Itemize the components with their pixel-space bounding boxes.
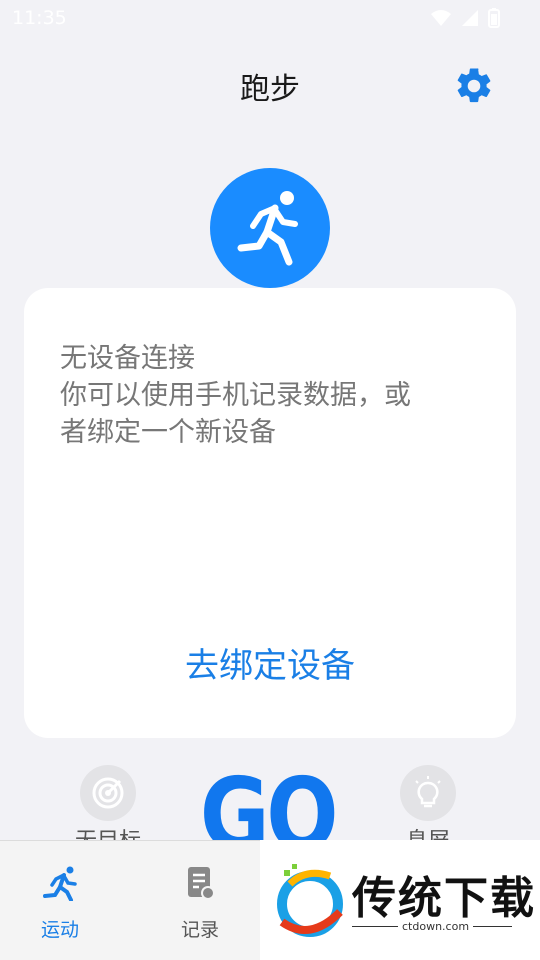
ctdown-logo-icon [277,864,343,937]
no-device-message: 无设备连接 你可以使用手机记录数据，或 者绑定一个新设备 [60,340,480,451]
gear-icon [457,68,491,103]
battery-icon [488,8,500,28]
running-icon [43,866,77,901]
signal-icon [462,10,478,26]
tab-sport[interactable]: 运动 [0,841,120,960]
watermark-brand: 传统下载 [352,873,536,924]
message-line: 者绑定一个新设备 [60,417,276,448]
goal-button[interactable] [80,765,136,821]
settings-button[interactable] [452,64,496,108]
record-icon [188,867,215,900]
watermark-url: ctdown.com [398,920,474,933]
bind-device-button[interactable]: 去绑定设备 [24,638,516,687]
message-line: 你可以使用手机记录数据，或 [60,380,411,411]
status-time: 11:35 [12,7,67,29]
device-card: 无设备连接 你可以使用手机记录数据，或 者绑定一个新设备 去绑定设备 [24,288,516,738]
lightbulb-icon [415,776,441,808]
go-button[interactable]: GO [200,765,339,865]
tab-records[interactable]: 记录 [140,841,260,960]
screen-off-button[interactable] [400,765,456,821]
status-bar: 11:35 [0,0,540,36]
watermark-logo: 传统下载 ctdown.com [260,840,540,960]
title-bar: 跑步 [0,52,540,112]
run-logo [210,168,330,288]
running-icon [237,191,298,266]
message-line: 无设备连接 [60,343,195,374]
tab-records-label: 记录 [180,919,219,941]
target-icon [92,777,124,809]
status-icons [430,8,500,28]
wifi-icon [431,10,451,26]
tab-sport-label: 运动 [40,919,79,941]
mode-row: 无目标 GO 息屏 [0,765,540,865]
